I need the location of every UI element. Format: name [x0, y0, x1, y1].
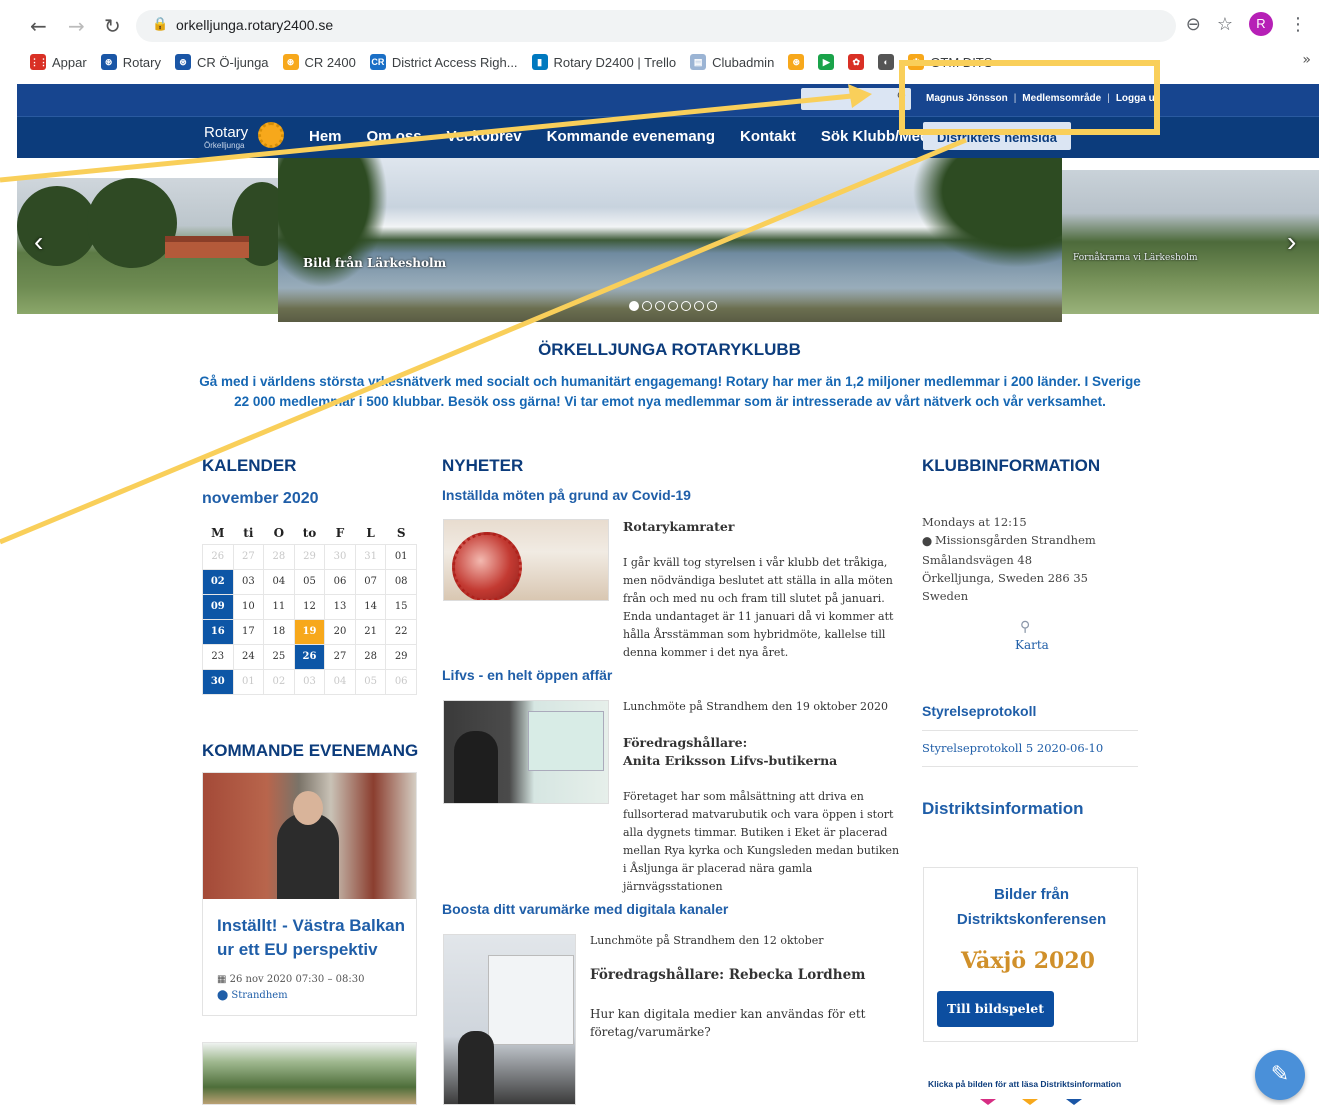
annotation-arrowhead-1 — [848, 84, 872, 108]
annotation-arrows — [0, 84, 967, 545]
annotation-arrow-line-1 — [0, 93, 853, 183]
annotation-arrow-line-2 — [0, 137, 967, 545]
